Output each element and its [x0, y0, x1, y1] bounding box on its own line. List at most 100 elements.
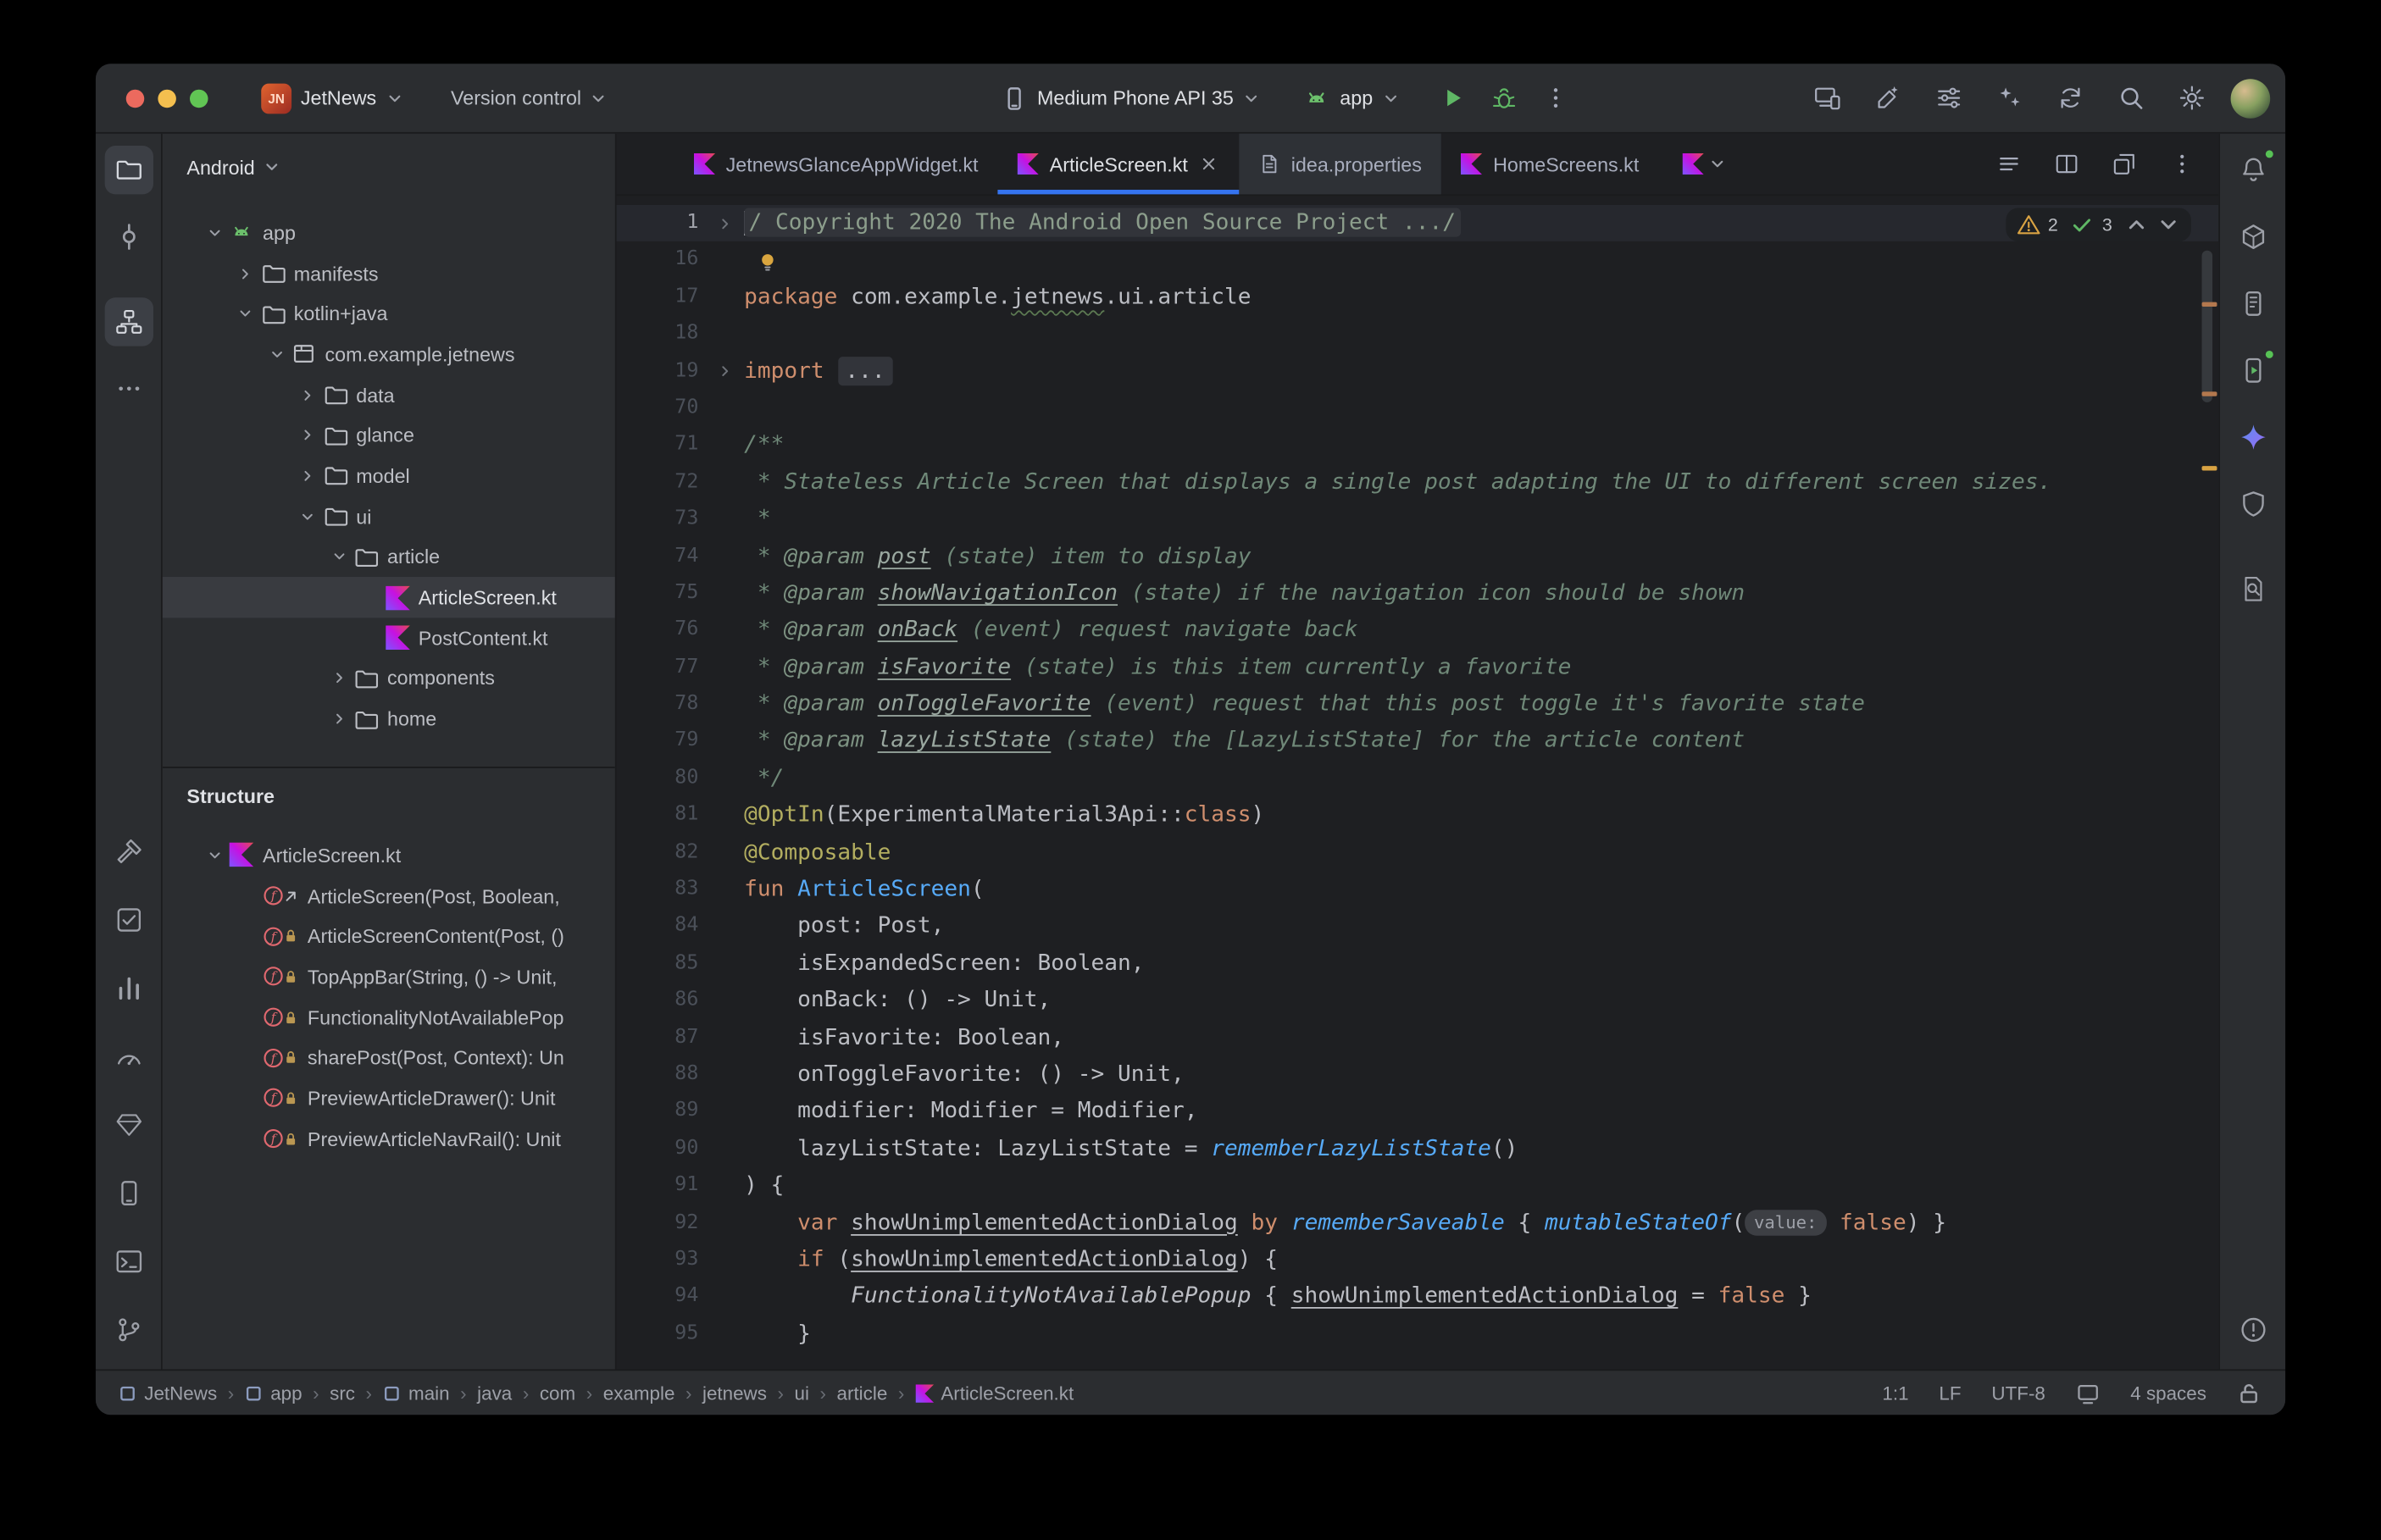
breadcrumb-item[interactable]: article — [837, 1382, 888, 1404]
widget-icon[interactable] — [2076, 1381, 2101, 1405]
caret-position[interactable]: 1:1 — [1882, 1382, 1908, 1404]
tree-item-TopAppBar[interactable]: fTopAppBar(String, () -> Unit, — [163, 956, 615, 997]
gradle-tool-button[interactable] — [2228, 213, 2277, 261]
chevron-right-icon[interactable] — [324, 658, 354, 699]
tab-JetnewsGlanceAppWidget.kt[interactable]: JetnewsGlanceAppWidget.kt — [674, 134, 998, 195]
chevron-down-icon[interactable] — [324, 537, 354, 578]
code-line-85[interactable]: 85 isExpandedScreen: Boolean, — [617, 945, 2219, 983]
fold-marker-icon[interactable] — [705, 205, 745, 242]
inspection-widget[interactable]: 2 3 — [2006, 208, 2191, 241]
project-tool-button[interactable] — [104, 146, 153, 194]
tree-item-model[interactable]: model — [163, 456, 615, 496]
ai-assistant-icon[interactable] — [1988, 77, 2030, 119]
tasks-tool-button[interactable] — [104, 895, 153, 944]
code-line-1[interactable]: 1/ Copyright 2020 The Android Open Sourc… — [617, 205, 2219, 242]
code-line-91[interactable]: 91) { — [617, 1167, 2219, 1205]
code-line-88[interactable]: 88 onToggleFavorite: () -> Unit, — [617, 1056, 2219, 1094]
device-selector[interactable]: Medium Phone API 35 — [1037, 86, 1234, 109]
build-tool-button[interactable] — [104, 828, 153, 876]
run-config-selector[interactable]: app — [1340, 86, 1373, 109]
tree-item-glance[interactable]: glance — [163, 415, 615, 456]
breadcrumb-item[interactable]: ui — [795, 1382, 809, 1404]
close-icon[interactable] — [1198, 153, 1219, 174]
code-editor[interactable]: 1/ Copyright 2020 The Android Open Sourc… — [617, 196, 2219, 1369]
intention-bulb-icon[interactable] — [756, 249, 779, 272]
code-line-83[interactable]: 83fun ArticleScreen( — [617, 872, 2219, 909]
terminal-tool-button[interactable] — [104, 1238, 153, 1286]
vcs-widget[interactable]: Version control — [451, 86, 608, 109]
breadcrumb-item[interactable]: ArticleScreen.kt — [915, 1382, 1074, 1404]
line-separator[interactable]: LF — [1939, 1382, 1961, 1404]
tree-item-PostContent.kt[interactable]: PostContent.kt — [163, 618, 615, 658]
project-view-selector[interactable]: Android — [163, 134, 615, 201]
breadcrumb-item[interactable]: JetNews — [119, 1382, 217, 1404]
code-line-90[interactable]: 90 lazyListState: LazyListState = rememb… — [617, 1131, 2219, 1168]
unlock-icon[interactable] — [2237, 1381, 2262, 1405]
settings-icon[interactable] — [2170, 77, 2212, 119]
float-icon[interactable] — [2106, 146, 2143, 182]
code-line-75[interactable]: 75 * @param showNavigationIcon (state) i… — [617, 575, 2219, 612]
prev-issue-icon[interactable] — [2124, 213, 2149, 237]
editor-scrollbar[interactable] — [2202, 251, 2213, 402]
tree-item-home[interactable]: home — [163, 699, 615, 740]
code-line-70[interactable]: 70 — [617, 390, 2219, 427]
tune-icon[interactable] — [1927, 77, 1969, 119]
breadcrumb-item[interactable]: src — [330, 1382, 355, 1404]
ai-edit-icon[interactable] — [1866, 77, 1908, 119]
chevron-right-icon[interactable] — [292, 374, 323, 415]
code-line-87[interactable]: 87 isFavorite: Boolean, — [617, 1020, 2219, 1057]
chevron-right-icon[interactable] — [324, 699, 354, 740]
breadcrumb-item[interactable]: example — [603, 1382, 675, 1404]
more-actions-icon[interactable] — [1534, 77, 1576, 119]
code-line-72[interactable]: 72 * Stateless Article Screen that displ… — [617, 464, 2219, 501]
scroll-warning-mark[interactable] — [2202, 466, 2217, 470]
scroll-warning-mark[interactable] — [2202, 391, 2217, 396]
code-line-79[interactable]: 79 * @param lazyListState (state) the [L… — [617, 723, 2219, 761]
tree-item-article[interactable]: article — [163, 537, 615, 578]
code-line-76[interactable]: 76 * @param onBack (event) request navig… — [617, 612, 2219, 650]
tree-item-manifests[interactable]: manifests — [163, 253, 615, 294]
structure-tool-button[interactable] — [104, 297, 153, 346]
tree-item-PreviewArticleNavRail[interactable]: fPreviewArticleNavRail(): Unit — [163, 1118, 615, 1159]
tree-item-com.example.jetnews[interactable]: com.example.jetnews — [163, 334, 615, 374]
code-line-82[interactable]: 82@Composable — [617, 834, 2219, 872]
zoom-window-button[interactable] — [190, 89, 208, 108]
tree-item-ArticleScreen[interactable]: fArticleScreen(Post, Boolean, — [163, 875, 615, 916]
code-line-74[interactable]: 74 * @param post (state) item to display — [617, 538, 2219, 575]
tree-item-FunctionalityNotAvailablePop[interactable]: fFunctionalityNotAvailablePop — [163, 997, 615, 1038]
device-explorer-tool-button[interactable] — [104, 1169, 153, 1217]
tree-item-kotlin+java[interactable]: kotlin+java — [163, 294, 615, 335]
code-line-93[interactable]: 93 if (showUnimplementedActionDialog) { — [617, 1242, 2219, 1279]
kebab-icon[interactable] — [2164, 146, 2201, 182]
code-line-18[interactable]: 18 — [617, 316, 2219, 353]
tab-idea.properties[interactable]: idea.properties — [1240, 134, 1441, 195]
project-widget[interactable]: JN JetNews — [261, 83, 403, 114]
breadcrumb-item[interactable]: app — [245, 1382, 302, 1404]
hidden-tabs-dropdown[interactable] — [1683, 134, 1727, 195]
chevron-down-icon[interactable] — [230, 294, 261, 335]
problems-tool-button[interactable] — [2228, 1305, 2277, 1354]
code-line-84[interactable]: 84 post: Post, — [617, 908, 2219, 945]
split-icon[interactable] — [2049, 146, 2085, 182]
commit-tool-button[interactable] — [104, 213, 153, 261]
tree-item-app[interactable]: app — [163, 213, 615, 253]
code-line-71[interactable]: 71/** — [617, 427, 2219, 464]
tree-item-ArticleScreenContent[interactable]: fArticleScreenContent(Post, () — [163, 916, 615, 956]
tree-item-ArticleScreen.kt[interactable]: ArticleScreen.kt — [163, 835, 615, 876]
fold-marker-icon[interactable] — [705, 353, 745, 391]
chevron-right-icon[interactable] — [292, 415, 323, 456]
profiler-tool-button[interactable] — [104, 964, 153, 1012]
device-manager-tool-button[interactable] — [2228, 280, 2277, 328]
inspection-tool-button[interactable] — [104, 1100, 153, 1149]
code-line-78[interactable]: 78 * @param onToggleFavorite (event) req… — [617, 686, 2219, 723]
code-line-94[interactable]: 94 FunctionalityNotAvailablePopup { show… — [617, 1279, 2219, 1316]
indent-style[interactable]: 4 spaces — [2130, 1382, 2206, 1404]
code-line-16[interactable]: 16 — [617, 242, 2219, 280]
breadcrumb-item[interactable]: java — [477, 1382, 512, 1404]
tree-item-PreviewArticleDrawer[interactable]: fPreviewArticleDrawer(): Unit — [163, 1078, 615, 1119]
next-issue-icon[interactable] — [2156, 213, 2181, 237]
running-devices-tool-button[interactable] — [2228, 346, 2277, 395]
tree-item-data[interactable]: data — [163, 374, 615, 415]
breadcrumb-item[interactable]: com — [540, 1382, 575, 1404]
chevron-down-icon[interactable] — [292, 496, 323, 537]
